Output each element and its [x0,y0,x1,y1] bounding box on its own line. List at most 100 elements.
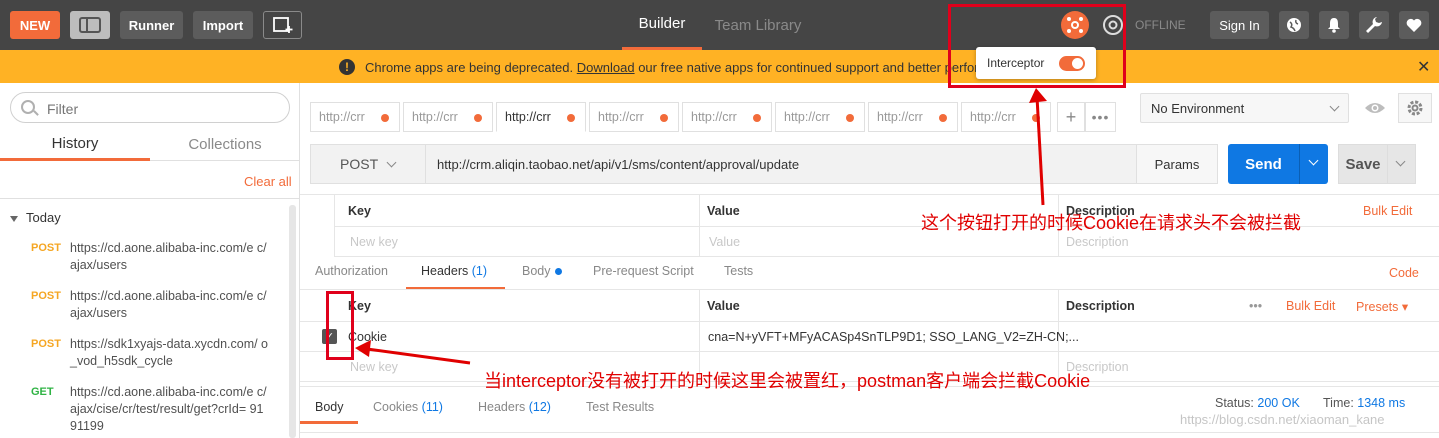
history-url: https://cd.aone.alibaba-inc.com/e c/ajax… [70,385,267,433]
history-group-today[interactable]: Today [10,210,61,225]
layout-toggle-button[interactable] [70,11,110,39]
environment-select[interactable]: No Environment [1140,93,1349,123]
response-tab-cookies[interactable]: Cookies (11) [373,400,443,414]
response-status: Status: 200 OK [1215,396,1300,410]
manage-environments-button[interactable] [1398,93,1432,123]
params-bulk-edit-link[interactable]: Bulk Edit [1363,204,1412,218]
response-tab-body[interactable]: Body [315,400,344,414]
search-icon [21,100,35,114]
sidebar-layout-icon [79,17,101,33]
history-method: POST [31,290,61,302]
heart-button[interactable] [1399,11,1429,39]
globe-button[interactable] [1279,11,1309,39]
send-options-button[interactable] [1299,144,1328,184]
url-input[interactable]: http://crm.aliqin.taobao.net/api/v1/sms/… [425,144,1137,184]
wrench-icon [1366,17,1382,33]
header-value-cell[interactable]: cna=N+yVFT+MFyACASp4SnTLP9D1; SSO_LANG_V… [708,330,1079,344]
request-tab[interactable]: http://crr [868,102,958,132]
more-options-button[interactable]: ••• [1249,299,1262,313]
filter-input[interactable] [47,101,277,117]
params-button[interactable]: Params [1136,144,1218,184]
notifications-button[interactable] [1319,11,1349,39]
more-tabs-button[interactable]: ••• [1085,102,1116,132]
add-tab-button[interactable]: + [1057,102,1085,132]
request-tab[interactable]: http://crr [589,102,679,132]
tab-body[interactable]: Body [522,264,562,278]
response-tab-headers[interactable]: Headers (12) [478,400,551,414]
tab-authorization[interactable]: Authorization [315,264,388,278]
tab-team-library[interactable]: Team Library [708,0,808,50]
close-icon[interactable]: ✕ [1417,57,1430,77]
clear-all-link[interactable]: Clear all [244,174,292,189]
sidebar-scrollbar[interactable] [289,205,296,438]
params-value-input[interactable]: Value [709,235,740,249]
unsaved-dot [1032,114,1040,122]
divider [699,194,700,256]
new-window-button[interactable] [263,11,302,39]
history-method: GET [31,386,54,398]
code-link[interactable]: Code [1389,266,1419,280]
params-value-header: Value [707,204,740,218]
settings-button[interactable] [1359,11,1389,39]
response-tab-test-results[interactable]: Test Results [586,400,654,414]
chevron-down-icon [1329,101,1340,112]
send-button[interactable]: Send [1228,144,1299,184]
runner-button[interactable]: Runner [120,11,183,39]
active-tab-indicator [300,421,358,424]
tab-tests[interactable]: Tests [724,264,753,278]
request-tab[interactable]: http://crr [775,102,865,132]
deprecation-banner: ! Chrome apps are being deprecated. Down… [0,50,1439,83]
presets-dropdown[interactable]: Presets ▾ [1356,299,1408,314]
import-button[interactable]: Import [193,11,253,39]
history-item[interactable]: GET https://cd.aone.alibaba-inc.com/e c/… [0,385,290,438]
request-tab-active[interactable]: http://crr [496,102,586,132]
headers-value-header: Value [707,299,740,313]
warning-icon: ! [339,59,355,75]
history-item[interactable]: POST https://cd.aone.alibaba-inc.com/e c… [0,241,290,286]
divider [334,194,335,256]
headers-bulk-edit-link[interactable]: Bulk Edit [1286,299,1335,313]
params-description-input[interactable]: Description [1066,235,1129,249]
chevron-down-icon [1395,156,1406,167]
save-options-button[interactable] [1388,144,1416,184]
request-tab[interactable]: http://crr [310,102,400,132]
save-button[interactable]: Save [1338,144,1388,184]
request-tab[interactable]: http://crr [403,102,493,132]
annotation-box-checkbox [326,291,354,360]
chevron-down-icon [386,157,397,168]
params-key-input[interactable]: New key [350,235,398,249]
unsaved-dot [660,114,668,122]
unsaved-dot [567,114,575,122]
tab-builder[interactable]: Builder [622,0,702,50]
watermark: https://blog.csdn.net/xiaoman_kane [1180,412,1385,427]
history-item[interactable]: POST https://cd.aone.alibaba-inc.com/e c… [0,289,290,334]
unsaved-dot [474,114,482,122]
caret-down-icon [10,215,18,222]
tab-headers[interactable]: Headers (1) [421,264,487,278]
sign-in-button[interactable]: Sign In [1210,11,1269,39]
params-key-header: Key [348,204,371,218]
heart-icon [1406,18,1422,32]
filter-box [10,92,290,123]
history-url: https://sdk1xyajs-data.xycdn.com/ o_vod_… [70,337,269,368]
unsaved-dot [381,114,389,122]
tab-history[interactable]: History [0,128,150,161]
tab-collections[interactable]: Collections [150,128,300,161]
headers-key-input[interactable]: New key [350,360,398,374]
divider [300,432,1439,433]
method-select[interactable]: POST [310,144,426,184]
request-tab[interactable]: http://crr [682,102,772,132]
response-time: Time: 1348 ms [1323,396,1406,410]
eye-icon [1365,103,1385,113]
request-tab[interactable]: http://crr [961,102,1051,132]
unsaved-dot [753,114,761,122]
annotation-note-top: 这个按钮打开的时候Cookie在请求头不会被拦截 [921,213,1302,233]
annotation-box-interceptor [948,4,1126,88]
tab-prerequest-script[interactable]: Pre-request Script [593,264,694,278]
banner-message: Chrome apps are being deprecated. Downlo… [365,60,990,75]
download-link[interactable]: Download [577,60,635,75]
environment-quick-look-button[interactable] [1359,93,1391,123]
history-item[interactable]: POST https://sdk1xyajs-data.xycdn.com/ o… [0,337,290,382]
history-method: POST [31,338,61,350]
new-button[interactable]: NEW [10,11,60,39]
